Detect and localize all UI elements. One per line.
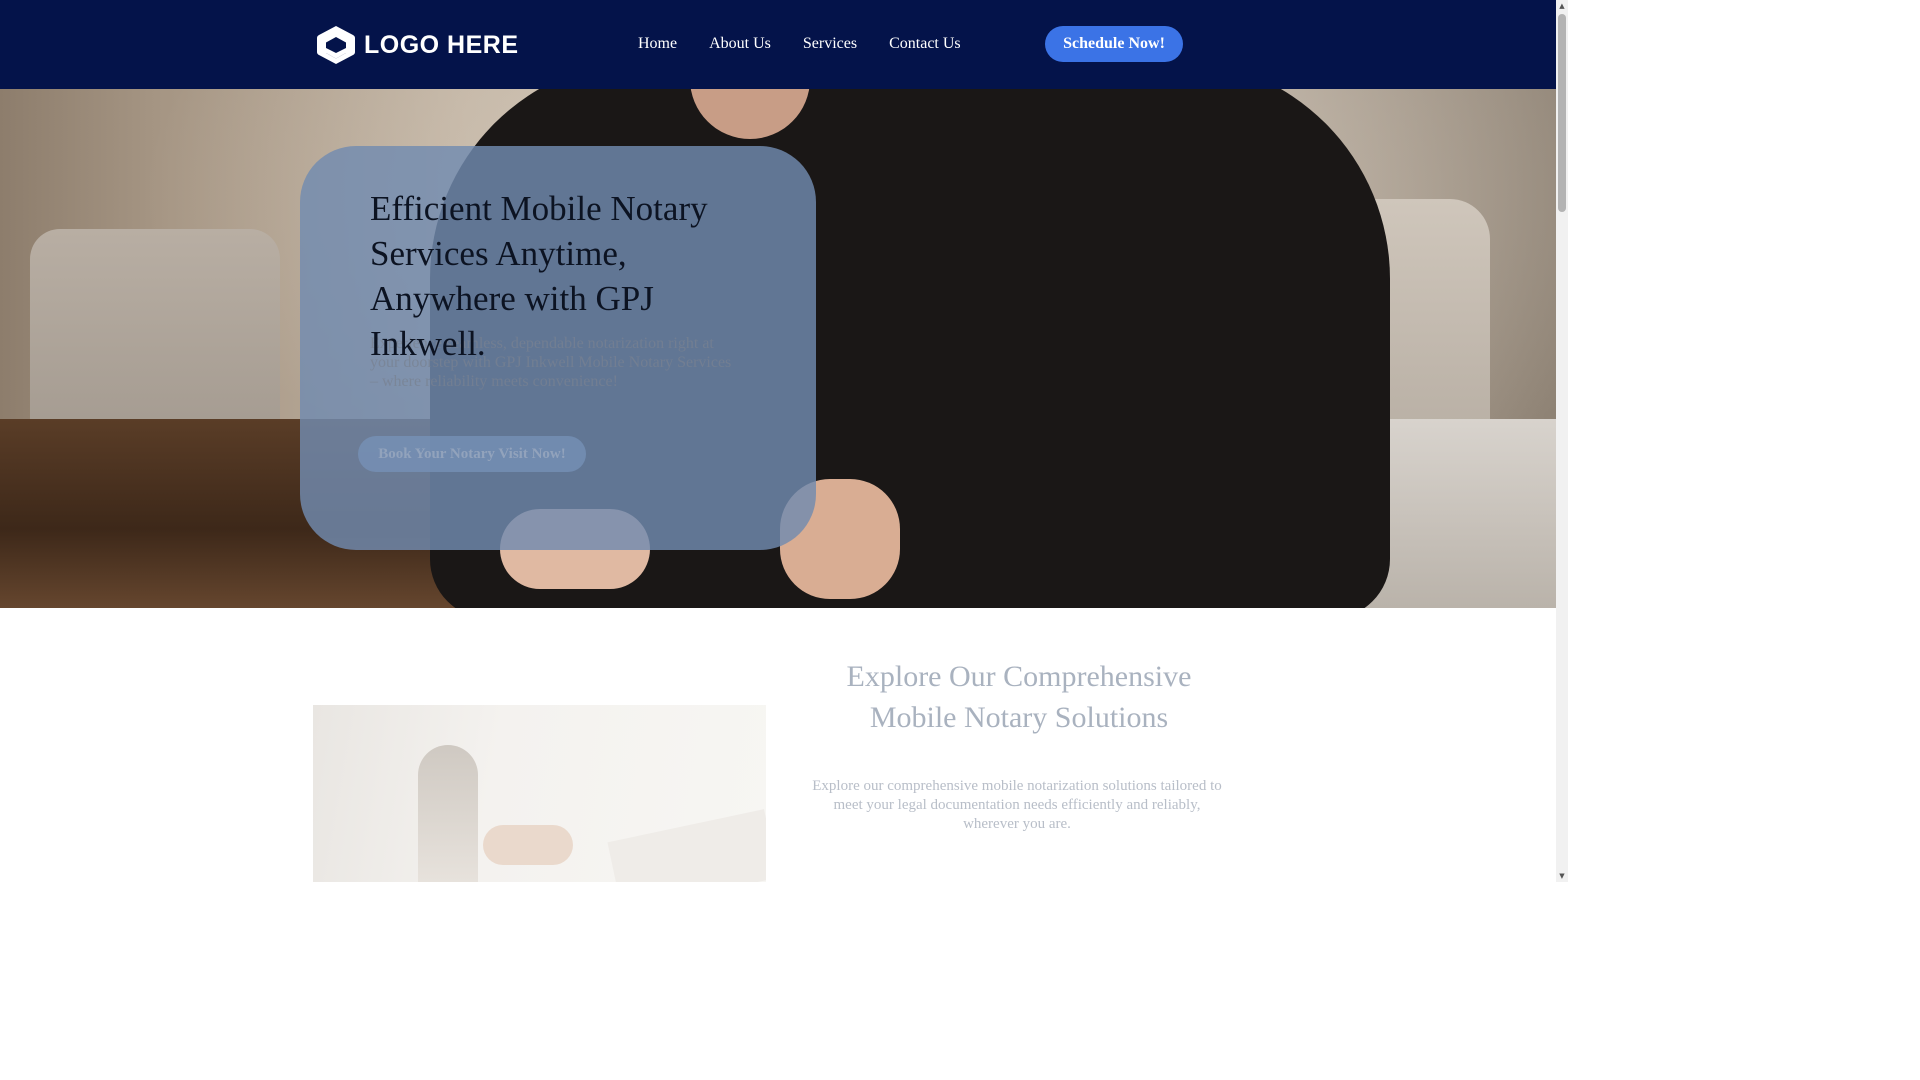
- scrollbar-thumb[interactable]: [1558, 14, 1566, 212]
- services-image-paper: [607, 809, 766, 882]
- page-scrollbar[interactable]: ▲ ▼: [1556, 0, 1568, 882]
- hexagon-logo-icon: [317, 26, 355, 64]
- book-notary-visit-button[interactable]: Book Your Notary Visit Now!: [358, 436, 586, 472]
- services-image-hand: [483, 825, 573, 865]
- nav-about-us[interactable]: About Us: [693, 33, 787, 55]
- scroll-down-arrow-icon[interactable]: ▼: [1556, 870, 1568, 882]
- site-header: LOGO HERE Home About Us Services Contact…: [0, 0, 1556, 89]
- section-title: Explore Our Comprehensive Mobile Notary …: [846, 660, 1192, 734]
- logo-text: LOGO HERE: [364, 30, 519, 59]
- schedule-now-button[interactable]: Schedule Now!: [1045, 26, 1183, 62]
- hero-title: Efficient Mobile Notary Services Anytime…: [370, 189, 708, 363]
- main-nav: Home About Us Services Contact Us: [622, 33, 977, 55]
- logo[interactable]: LOGO HERE: [314, 22, 519, 68]
- services-image: [313, 705, 766, 882]
- section-text: Explore our comprehensive mobile notariz…: [812, 778, 1222, 832]
- hero-section: Experience seamless, dependable notariza…: [0, 89, 1556, 608]
- nav-services[interactable]: Services: [787, 33, 873, 55]
- hero-card: Experience seamless, dependable notariza…: [300, 146, 816, 550]
- nav-home[interactable]: Home: [622, 33, 693, 55]
- nav-contact-us[interactable]: Contact Us: [873, 33, 977, 55]
- services-image-figure: [418, 745, 478, 882]
- scroll-up-arrow-icon[interactable]: ▲: [1556, 0, 1568, 12]
